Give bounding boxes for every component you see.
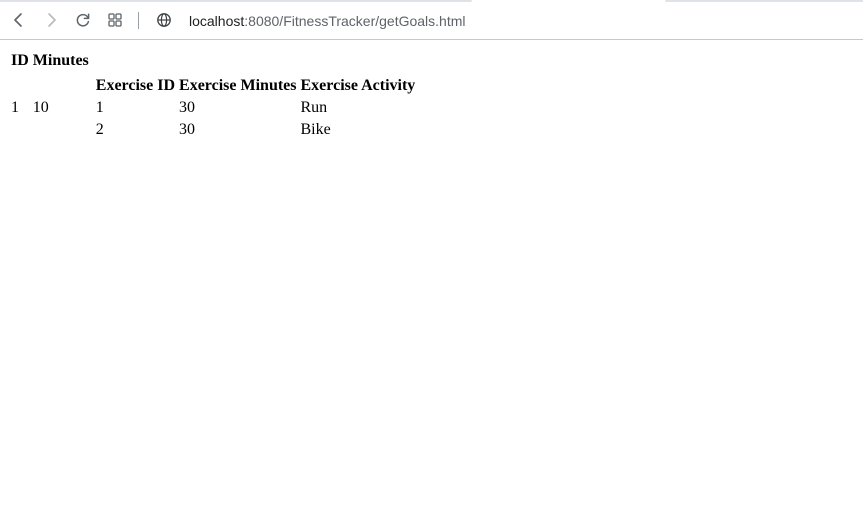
exercise-id-cell: 2 <box>95 121 104 138</box>
address-bar[interactable]: localhost:8080/FitnessTracker/getGoals.h… <box>189 12 466 30</box>
column-header-exercises <box>92 51 420 71</box>
url-host: localhost <box>189 13 245 29</box>
goals-table: ID Minutes 1 10 Exercise ID Exercise Min… <box>8 49 421 145</box>
back-button[interactable] <box>8 9 30 31</box>
column-header-exercise-minutes: Exercise Minutes <box>179 77 297 94</box>
exercise-row: 2 30 Bike <box>95 120 417 140</box>
exercise-activity-cell: Run <box>300 99 328 116</box>
reload-icon <box>75 12 91 28</box>
toolbar-divider <box>138 12 139 29</box>
arrow-left-icon <box>11 12 27 28</box>
browser-toolbar: localhost:8080/FitnessTracker/getGoals.h… <box>0 0 863 40</box>
column-header-exercise-activity: Exercise Activity <box>300 77 416 94</box>
tab-strip-edge <box>665 0 863 2</box>
arrow-right-icon <box>43 12 59 28</box>
globe-icon <box>156 12 172 28</box>
column-header-minutes: Minutes <box>32 52 89 69</box>
page-content: ID Minutes 1 10 Exercise ID Exercise Min… <box>0 41 863 517</box>
exercise-row: 1 30 Run <box>95 98 417 118</box>
site-info-button[interactable] <box>153 9 175 31</box>
exercise-activity-cell: Bike <box>300 121 331 138</box>
reload-button[interactable] <box>72 9 94 31</box>
goal-id-cell: 1 <box>11 99 19 116</box>
forward-button[interactable] <box>40 9 62 31</box>
exercise-minutes-cell: 30 <box>179 121 196 138</box>
url-path: :8080/FitnessTracker/getGoals.html <box>244 13 466 29</box>
exercises-table: Exercise ID Exercise Minutes Exercise Ac… <box>93 74 419 142</box>
apps-button[interactable] <box>104 9 126 31</box>
column-header-id: ID <box>11 52 29 69</box>
exercises-header-row: Exercise ID Exercise Minutes Exercise Ac… <box>95 76 417 96</box>
exercise-minutes-cell: 30 <box>179 99 196 116</box>
goal-row: 1 10 Exercise ID Exercise Minutes Exerci… <box>10 73 419 143</box>
column-header-exercise-id: Exercise ID <box>95 77 176 94</box>
apps-grid-icon <box>107 12 123 28</box>
goals-header-row: ID Minutes <box>10 51 419 71</box>
goal-minutes-cell: 10 <box>32 99 49 116</box>
goal-exercises-cell: Exercise ID Exercise Minutes Exercise Ac… <box>92 73 420 143</box>
exercise-id-cell: 1 <box>95 99 104 116</box>
tab-strip-edge <box>0 0 472 2</box>
